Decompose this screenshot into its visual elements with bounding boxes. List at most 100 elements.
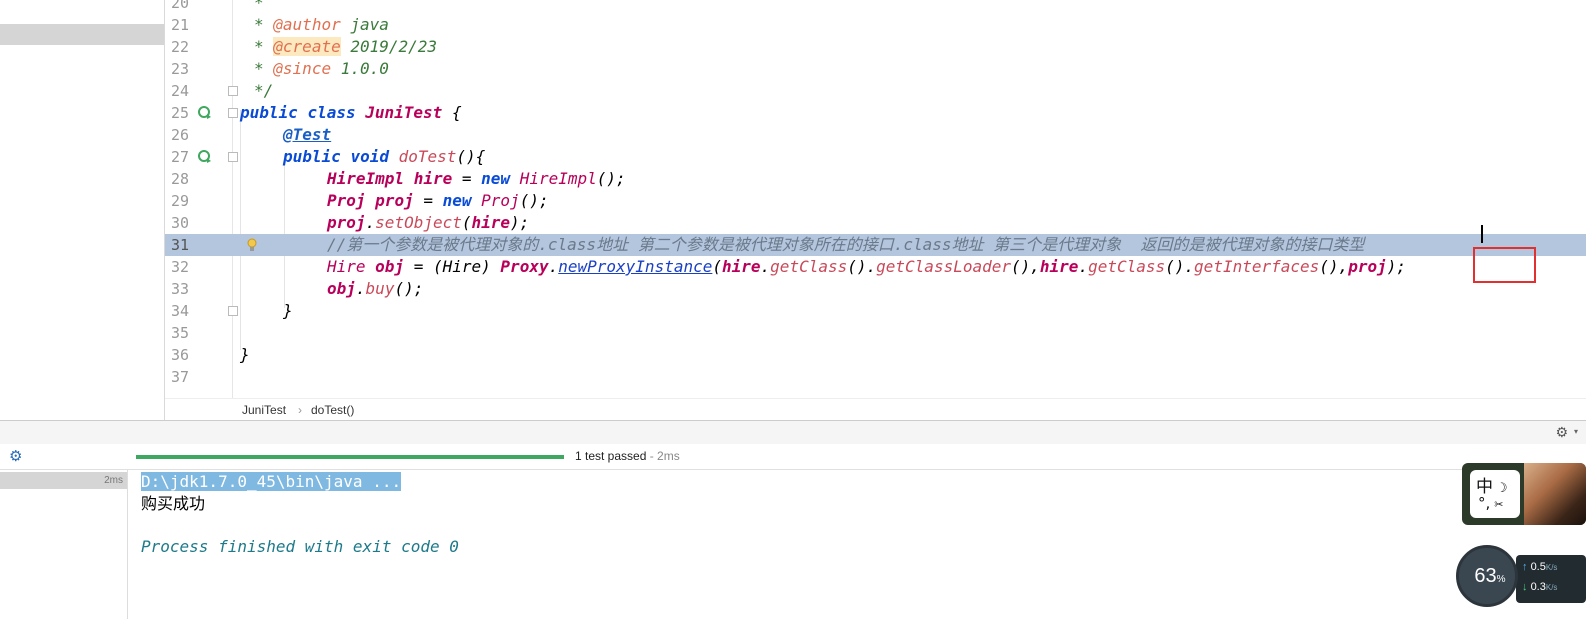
type-hireimpl: HireImpl <box>327 169 405 188</box>
doc-star: * <box>254 37 264 56</box>
punct: . <box>365 213 376 232</box>
ctor-proj: Proj <box>481 191 520 210</box>
net-speed-panel: ↑ 0.5K/s ↓ 0.3K/s <box>1516 555 1586 603</box>
highlight-annotation-box <box>1473 247 1536 283</box>
doc-since-value: 1.0.0 <box>331 59 389 78</box>
line-number: 37 <box>170 368 189 386</box>
operator: = <box>413 191 443 210</box>
test-progress-bar <box>136 455 564 459</box>
code-line-22: 22 * @create 2019/2/23 <box>165 36 1586 58</box>
punct: ); <box>510 213 530 232</box>
test-tree-row[interactable]: 2ms <box>0 472 127 489</box>
line-number: 25 <box>170 104 189 122</box>
var-obj: obj <box>327 279 356 298</box>
code-comment: //第一个参数是被代理对象的.class地址 第二个参数是被代理对象所在的接口.… <box>327 235 1365 254</box>
punct: () <box>1319 257 1339 276</box>
memory-usage-percent: 63% <box>1474 565 1506 587</box>
doc-since-tag: @since <box>273 59 332 78</box>
code-line-37: 37 <box>165 366 1586 388</box>
punct: . <box>1078 257 1089 276</box>
console-output-line: 购买成功 <box>141 494 206 513</box>
run-test-icon[interactable] <box>198 106 212 120</box>
ime-widget[interactable]: 中 ☽ °, ✂ <box>1462 463 1586 525</box>
fold-icon[interactable] <box>228 108 238 118</box>
code-line-27: 27 public void doTest(){ <box>165 146 1586 168</box>
line-number: 23 <box>170 60 189 78</box>
test-settings-icon[interactable]: ⚙ <box>9 447 22 465</box>
line-number: 32 <box>170 258 189 276</box>
method-newproxyinstance[interactable]: newProxyInstance <box>558 257 712 276</box>
class-name: JuniTest <box>365 103 443 122</box>
fold-icon[interactable] <box>228 86 238 96</box>
punct: , <box>1338 257 1349 276</box>
settings-icon[interactable]: ⚙ <box>1555 425 1568 441</box>
test-annotation[interactable]: @Test <box>283 125 331 144</box>
punct: ( <box>461 213 472 232</box>
keyword-new: new <box>442 191 472 210</box>
run-test-icon[interactable] <box>198 150 212 164</box>
console-command: D:\jdk1.7.0_45\bin\java ... <box>141 472 402 491</box>
breadcrumb-class[interactable]: JuniTest <box>242 403 286 417</box>
punct: ( <box>712 257 722 276</box>
punct: () <box>1011 257 1031 276</box>
breadcrumb-separator: › <box>298 403 302 417</box>
console-output[interactable]: D:\jdk1.7.0_45\bin\java ... 购买成功 Process… <box>128 470 1458 619</box>
download-arrow-icon: ↓ <box>1522 581 1528 593</box>
cast: (Hire) <box>432 257 491 276</box>
line-number: 33 <box>170 280 189 298</box>
keyword-public: public <box>283 147 341 166</box>
memory-usage-gauge[interactable]: 63% <box>1456 545 1518 607</box>
code-line-34: 34 } <box>165 300 1586 322</box>
keyword-new: new <box>481 169 511 188</box>
code-line-36: 36 } <box>165 344 1586 366</box>
var-obj: obj <box>375 257 405 276</box>
line-number: 27 <box>170 148 189 166</box>
punct: . <box>1184 257 1195 276</box>
line-number: 20 <box>170 0 189 12</box>
doc-star: * <box>254 15 264 34</box>
code-line-35: 35 <box>165 322 1586 344</box>
ime-skin-image <box>1524 463 1586 525</box>
code-line-26: 26 @Test <box>165 124 1586 146</box>
breadcrumb-method[interactable]: doTest() <box>311 403 354 417</box>
line-number: 30 <box>170 214 189 232</box>
intention-bulb-icon[interactable] <box>247 238 257 252</box>
line-number: 21 <box>170 16 189 34</box>
upload-speed: ↑ 0.5K/s <box>1522 561 1558 573</box>
punct: (); <box>519 191 549 210</box>
breadcrumb: JuniTest › doTest() <box>165 398 1586 421</box>
keyword-void: void <box>350 147 389 166</box>
project-panel <box>0 0 165 420</box>
line-number: 34 <box>170 302 189 320</box>
ime-status-box[interactable]: 中 ☽ °, ✂ <box>1470 470 1520 518</box>
punct: . <box>548 257 559 276</box>
settings-dropdown-icon[interactable]: ▾ <box>1574 427 1578 436</box>
test-status-main: 1 test passed <box>575 449 647 463</box>
punct: . <box>355 279 366 298</box>
network-monitor[interactable]: ↑ 0.5K/s ↓ 0.3K/s 63% <box>1456 545 1586 619</box>
doc-create-tag: @create <box>273 37 341 56</box>
line-number: 35 <box>170 324 189 342</box>
test-tree-panel: 2ms <box>0 470 128 619</box>
code-line-23: 23 * @since 1.0.0 <box>165 58 1586 80</box>
var-hire: hire <box>1039 257 1079 276</box>
method-signature: (){ <box>456 147 486 166</box>
brace: } <box>283 301 293 320</box>
punct: . <box>866 257 877 276</box>
run-tool-header: ⚙ ▾ <box>0 420 1586 445</box>
var-hire: hire <box>471 213 511 232</box>
ctor-hireimpl: HireImpl <box>519 169 597 188</box>
line-number: 36 <box>170 346 189 364</box>
brace: } <box>240 345 250 364</box>
code-line-33: 33 obj.buy(); <box>165 278 1586 300</box>
project-selected-row[interactable] <box>0 24 164 45</box>
code-line-25: 25 public class JuniTest { <box>165 102 1586 124</box>
code-line-20: 20 * <box>165 0 1586 14</box>
punct: ); <box>1386 257 1406 276</box>
fold-icon[interactable] <box>228 306 238 316</box>
type-proj: Proj <box>327 191 366 210</box>
brace: { <box>442 103 462 122</box>
fold-icon[interactable] <box>228 152 238 162</box>
ime-punct-mode: °, ✂ <box>1478 494 1504 512</box>
method-getclassloader: getClassLoader <box>876 257 1011 276</box>
